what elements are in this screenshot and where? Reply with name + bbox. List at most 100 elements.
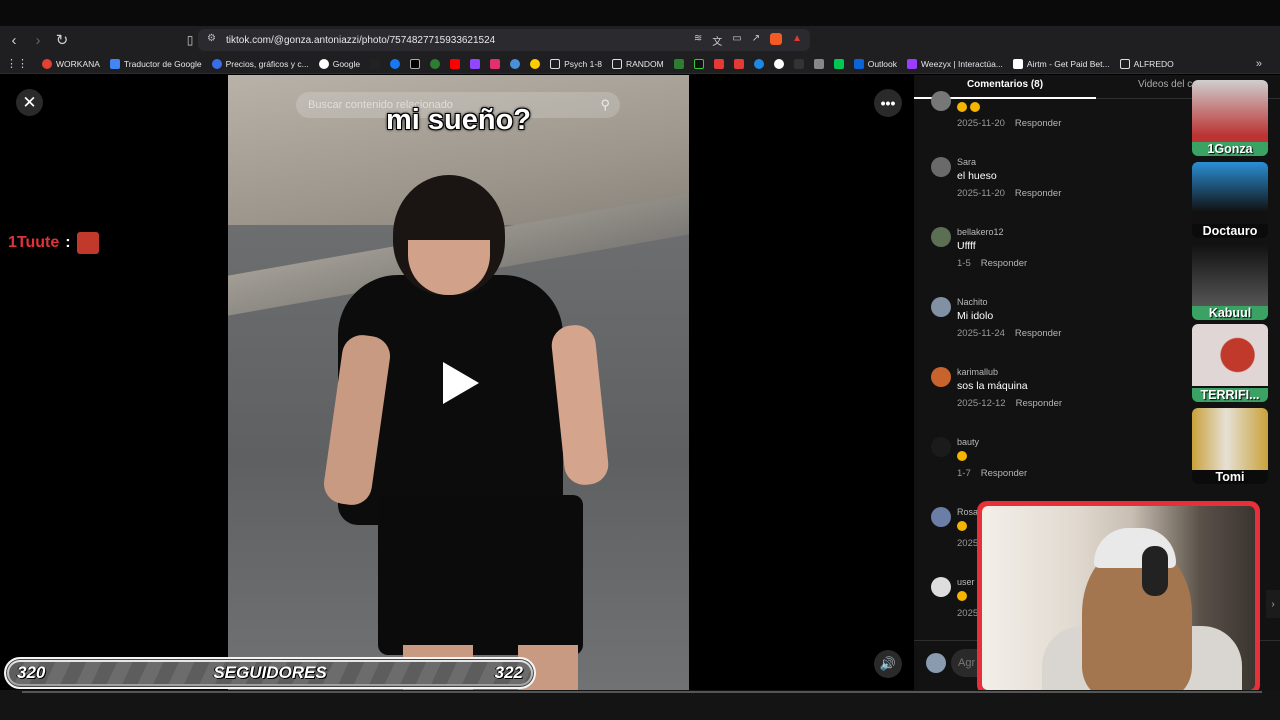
streamer-card: Doctauro — [1192, 162, 1268, 238]
reply-link[interactable]: Responder — [1016, 398, 1062, 409]
bookmark-icon-only[interactable] — [673, 58, 684, 69]
comment-item: bellakero12 Uffff 1-5 Responder — [931, 227, 1191, 272]
avatar[interactable] — [931, 91, 951, 111]
avatar[interactable] — [931, 507, 951, 527]
scroll-next-icon[interactable]: › — [1266, 590, 1280, 618]
comment-emoji-text — [957, 520, 970, 532]
url-text[interactable]: tiktok.com/@gonza.antoniazzi/photo/75748… — [226, 35, 495, 46]
bookmark-favicon-icon — [693, 58, 704, 69]
bookmark-icon-only[interactable] — [370, 58, 381, 69]
bookmark-favicon-icon — [510, 58, 521, 69]
emoji-icon — [957, 591, 967, 602]
headset-icon — [1142, 546, 1168, 596]
comment-item: karimallub sos la máquina 2025-12-12 Resp… — [931, 367, 1191, 412]
reply-link[interactable]: Responder — [1015, 118, 1061, 129]
comment-username[interactable]: karimallub — [957, 367, 998, 377]
bookmark-icon-only[interactable] — [733, 58, 744, 69]
more-options-button[interactable]: ••• — [874, 89, 902, 117]
address-bar[interactable]: ⚙ tiktok.com/@gonza.antoniazzi/photo/757… — [198, 29, 810, 51]
rewards-icon[interactable]: ▲ — [792, 33, 802, 48]
comment-username[interactable]: Sara — [957, 157, 976, 167]
twitch-icon — [470, 58, 481, 69]
site-info-icon[interactable]: ⚙ — [207, 33, 216, 44]
bookmark-item[interactable]: WORKANA — [42, 58, 100, 69]
bookmark-icon-only[interactable] — [450, 58, 461, 69]
back-arrow-icon[interactable]: ‹ — [4, 30, 24, 50]
webcam-feed — [982, 506, 1255, 690]
bookmark-folder[interactable]: Psych 1-8 — [550, 58, 602, 69]
bookmark-favicon-icon — [753, 58, 764, 69]
bookmark-icon-only[interactable] — [693, 58, 704, 69]
avatar[interactable] — [926, 653, 946, 673]
volume-button[interactable]: 🔊 — [874, 650, 902, 678]
bookmark-icon-only[interactable] — [390, 58, 401, 69]
reply-link[interactable]: Responder — [1015, 188, 1061, 199]
apps-grid-icon[interactable]: ⋮⋮ — [6, 57, 28, 70]
reply-link[interactable]: Responder — [981, 258, 1027, 269]
bookmark-icon-only[interactable] — [470, 58, 481, 69]
avatar[interactable] — [931, 157, 951, 177]
tab-comments[interactable]: Comentarios (8) — [914, 79, 1096, 90]
bookmark-icon-only[interactable] — [793, 58, 804, 69]
bookmark-icon-only[interactable] — [410, 58, 421, 69]
comment-username[interactable]: Rosa — [957, 507, 978, 517]
bookmark-item[interactable]: Traductor de Google — [109, 58, 202, 69]
bookmark-favicon-icon — [713, 58, 724, 69]
bookmark-icon-only[interactable] — [530, 58, 541, 69]
bookmark-icon-only[interactable] — [833, 58, 844, 69]
airtm-icon — [1012, 58, 1023, 69]
reply-link[interactable]: Responder — [981, 468, 1027, 479]
brave-shield-icon[interactable] — [770, 33, 783, 45]
bookmark-favicon-icon — [793, 58, 804, 69]
play-icon[interactable] — [443, 362, 479, 404]
threads-icon — [430, 58, 441, 69]
avatar[interactable] — [931, 367, 951, 387]
bookmark-item[interactable]: Weezyx | Interactúa... — [907, 58, 1003, 69]
bookmark-icon-only[interactable] — [773, 58, 784, 69]
bookmark-folder[interactable]: ALFREDO — [1119, 58, 1174, 69]
comment-text: sos la máquina — [957, 380, 1028, 392]
bookmark-favicon-icon — [733, 58, 744, 69]
followers-label: SEGUIDORES — [213, 663, 327, 682]
bookmarks-bar: ⋮⋮ WORKANA Traductor de Google Precios, … — [0, 54, 1280, 74]
tab-creator-videos[interactable]: Videos del c — [1138, 79, 1192, 90]
bookmark-icon-only[interactable] — [510, 58, 521, 69]
comment-username[interactable]: bauty — [957, 437, 979, 447]
comment-username[interactable]: Nachito — [957, 297, 988, 307]
share-icon[interactable]: ↗ — [752, 33, 760, 48]
bookmark-favicon-icon — [530, 58, 541, 69]
translate-icon[interactable]: 文 — [712, 33, 722, 48]
reader-mode-icon[interactable]: ≋ — [694, 33, 702, 48]
bookmark-item[interactable]: Google — [318, 58, 360, 69]
comment-username[interactable]: user — [957, 577, 975, 587]
avatar[interactable] — [931, 577, 951, 597]
close-button[interactable]: ✕ — [16, 89, 43, 116]
bookmark-icon-only[interactable] — [753, 58, 764, 69]
more-bookmarks-icon[interactable]: » — [1256, 58, 1262, 70]
bookmark-page-icon[interactable]: ▯ — [180, 30, 200, 50]
cast-icon[interactable]: ▭ — [732, 33, 741, 48]
avatar[interactable] — [931, 437, 951, 457]
bookmark-item[interactable]: Outlook — [853, 58, 897, 69]
bookmark-icon-only[interactable] — [713, 58, 724, 69]
folder-icon — [611, 58, 622, 69]
avatar[interactable] — [931, 227, 951, 247]
comment-username[interactable]: bellakero12 — [957, 227, 1004, 237]
bookmark-folder[interactable]: RANDOM — [611, 58, 664, 69]
streamer-name: Kabuul — [1192, 306, 1268, 320]
streamer-avatar — [1192, 162, 1268, 224]
bookmark-item[interactable]: Airtm - Get Paid Bet... — [1012, 58, 1110, 69]
streamer-card: 1Gonza — [1192, 80, 1268, 156]
bookmark-icon-only[interactable] — [430, 58, 441, 69]
outlook-icon — [853, 58, 864, 69]
bookmark-item[interactable]: Precios, gráficos y c... — [211, 58, 309, 69]
avatar[interactable] — [931, 297, 951, 317]
reload-icon[interactable]: ↻ — [52, 30, 72, 50]
bookmark-favicon-icon — [42, 58, 52, 69]
reply-link[interactable]: Responder — [1015, 328, 1061, 339]
comment-meta: 2025-11-20 Responder — [957, 118, 1062, 129]
bookmark-icon-only[interactable] — [490, 58, 501, 69]
bookmark-icon-only[interactable] — [813, 58, 824, 69]
forward-arrow-icon[interactable]: › — [28, 30, 48, 50]
bookmark-favicon-icon — [109, 58, 120, 69]
